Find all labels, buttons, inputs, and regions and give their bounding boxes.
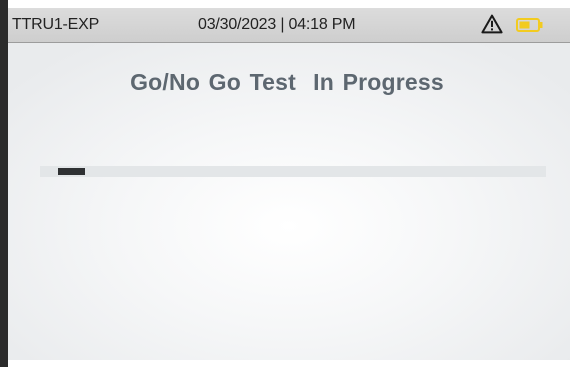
warning-triangle-icon[interactable]: [481, 14, 503, 34]
date-time: 03/30/2023 | 04:18 PM: [198, 16, 356, 33]
battery-icon: [516, 18, 543, 32]
device-name: TTRU1-EXP: [12, 16, 100, 33]
test-status-title: Go/No Go Test In Progress: [130, 69, 444, 95]
display-bezel: [0, 0, 8, 367]
status-bar: TTRU1-EXP 03/30/2023 | 04:18 PM: [8, 8, 570, 43]
test-progress-bar: [40, 166, 546, 177]
device-display-frame: TTRU1-EXP 03/30/2023 | 04:18 PM Go/No Go…: [0, 0, 574, 367]
progress-fill: [58, 168, 85, 175]
device-screen: TTRU1-EXP 03/30/2023 | 04:18 PM: [8, 8, 570, 360]
